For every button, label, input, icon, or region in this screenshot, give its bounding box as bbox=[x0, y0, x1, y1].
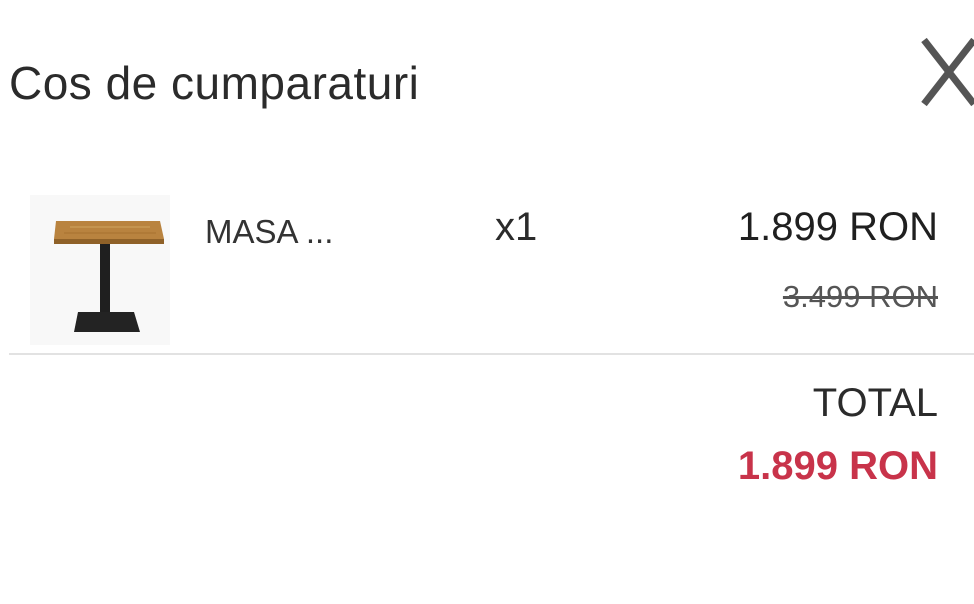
close-icon bbox=[921, 37, 974, 107]
close-button[interactable] bbox=[918, 32, 974, 112]
item-quantity: x1 bbox=[495, 205, 538, 249]
product-image[interactable] bbox=[30, 195, 170, 345]
total-value: 1.899 RON bbox=[737, 444, 938, 488]
divider bbox=[9, 353, 974, 355]
item-name[interactable]: MASA ... bbox=[205, 213, 333, 251]
table-icon bbox=[54, 221, 164, 332]
cart-page: Cos de cumparaturi MASA ... x1 1.899 RON… bbox=[0, 0, 974, 604]
cart-item: MASA ... x1 1.899 RON 3.499 RON bbox=[0, 185, 974, 345]
total-label: TOTAL bbox=[812, 381, 938, 425]
cart-title: Cos de cumparaturi bbox=[9, 57, 420, 109]
item-price: 1.899 RON bbox=[737, 205, 938, 249]
item-old-price: 3.499 RON bbox=[782, 279, 938, 314]
